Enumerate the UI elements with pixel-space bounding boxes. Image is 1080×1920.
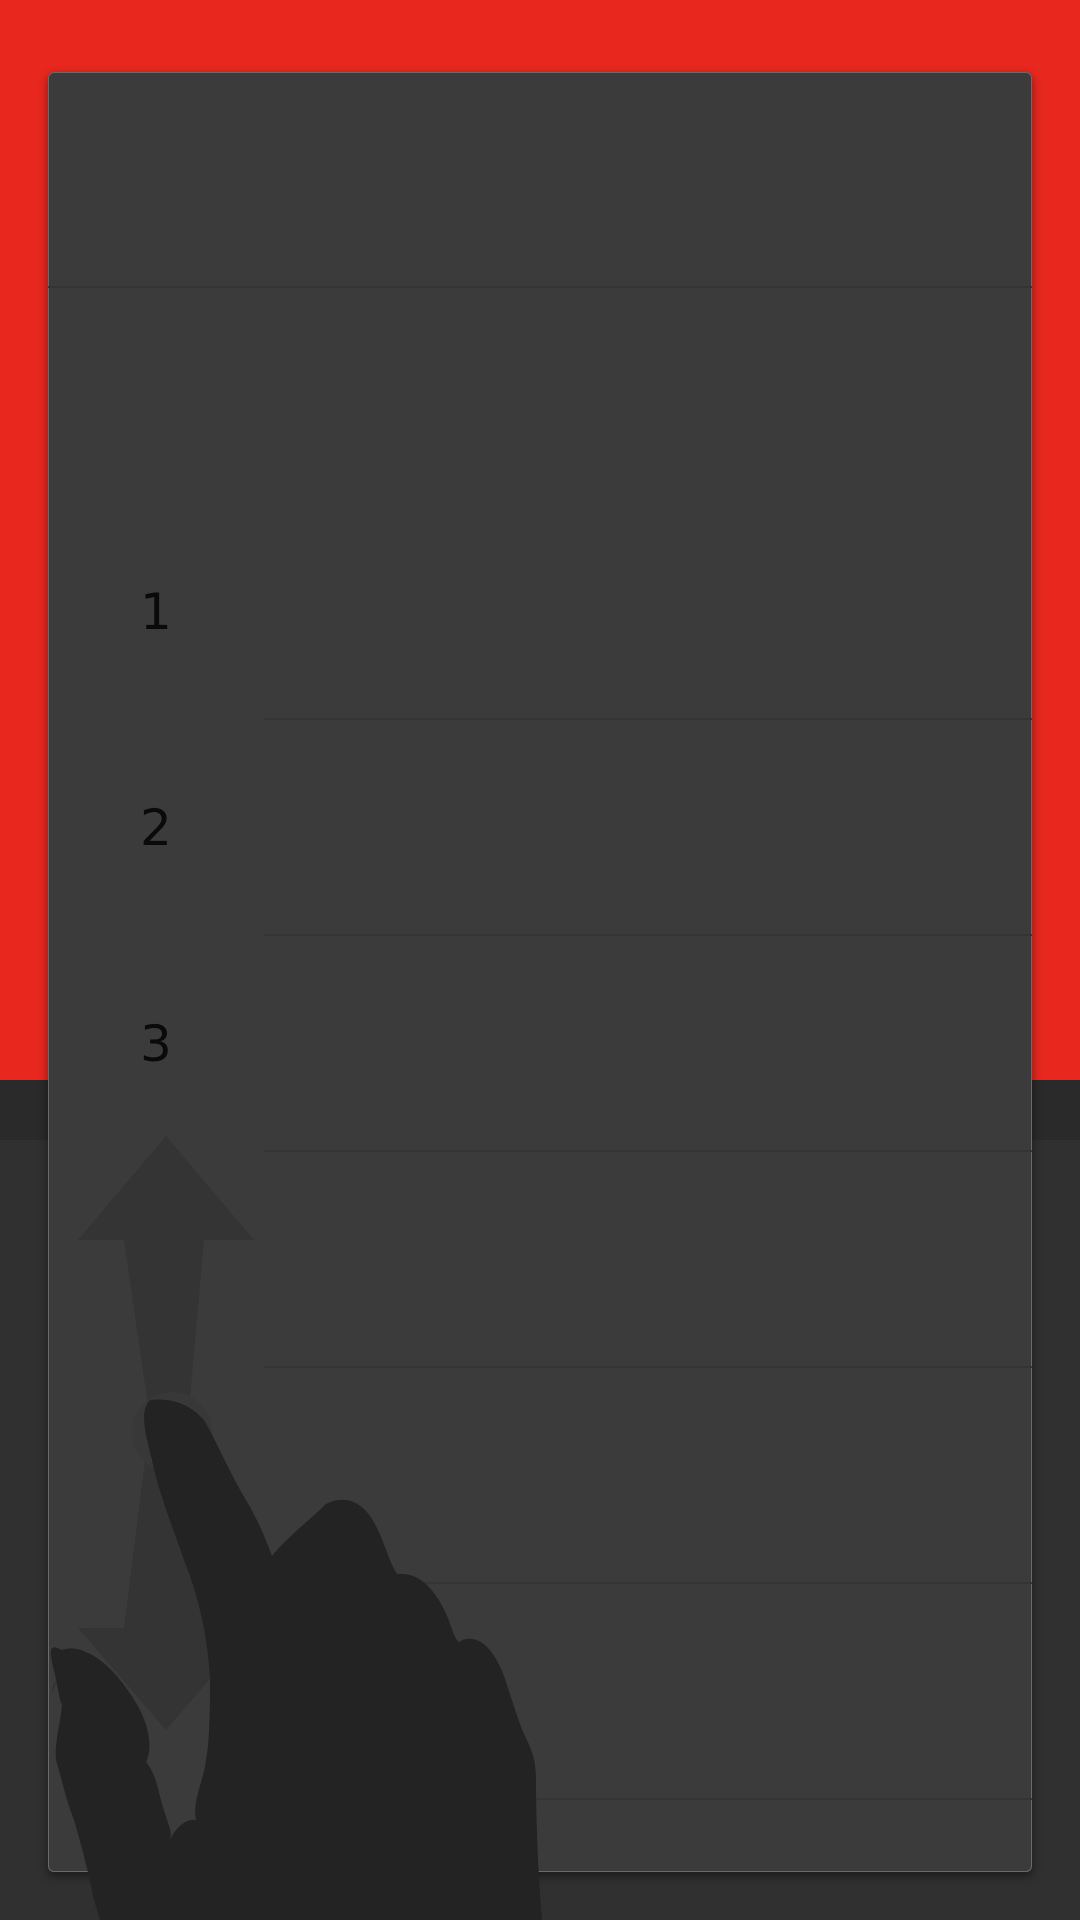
item-number: 4 xyxy=(140,1231,172,1289)
list-item-3[interactable]: 3 xyxy=(48,936,1032,1152)
list-item-2[interactable]: 2 xyxy=(48,720,1032,936)
number-picker-dialog: 1 2 3 4 5 6 xyxy=(48,72,1032,1872)
item-number: 3 xyxy=(140,1015,172,1073)
list-item-4[interactable]: 4 xyxy=(48,1152,1032,1368)
item-number: 1 xyxy=(140,583,172,641)
screen: 1 2 3 4 5 6 xyxy=(0,0,1080,1920)
item-number: 2 xyxy=(140,799,172,857)
divider xyxy=(264,1798,1032,1800)
dialog-header xyxy=(48,72,1032,288)
list-item-6[interactable]: 6 xyxy=(48,1584,1032,1800)
list-item-1[interactable]: 1 xyxy=(48,504,1032,720)
item-number: 5 xyxy=(140,1447,172,1505)
list-item-5[interactable]: 5 xyxy=(48,1368,1032,1584)
item-number: 6 xyxy=(140,1663,172,1721)
